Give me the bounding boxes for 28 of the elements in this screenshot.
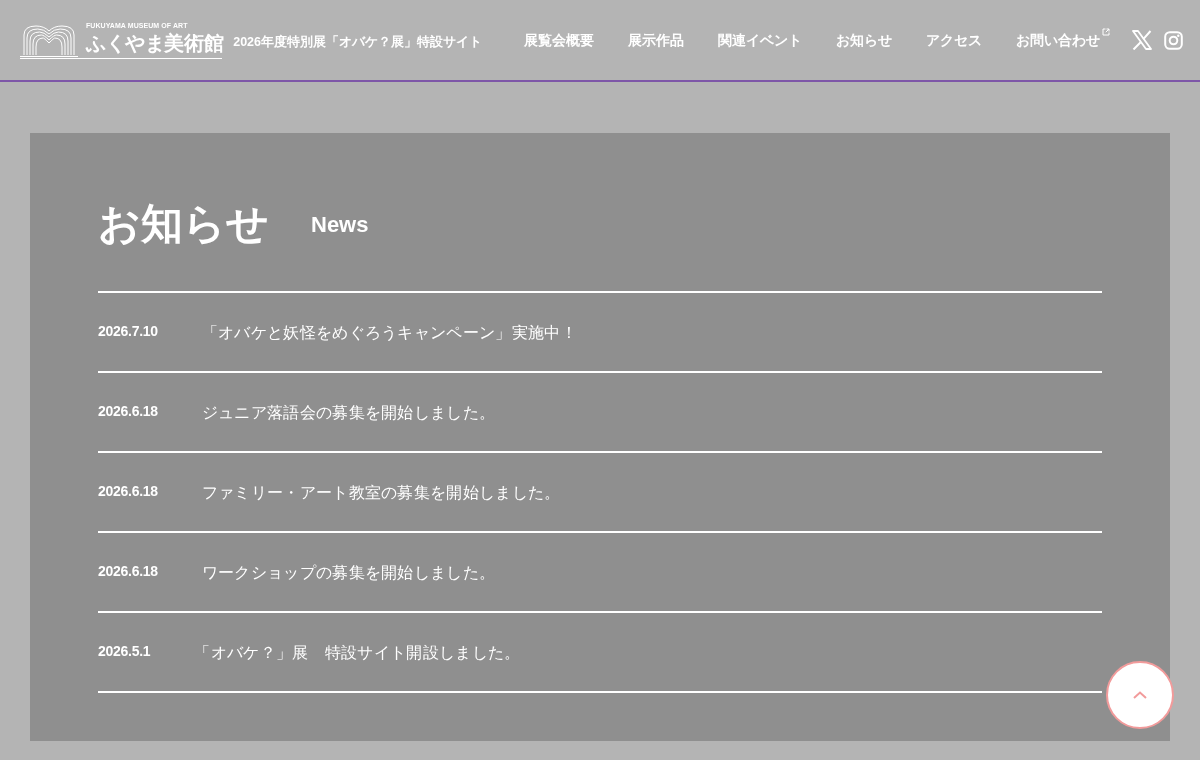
news-item[interactable]: 2026.6.18 ファミリー・アート教室の募集を開始しました。 bbox=[98, 453, 1102, 534]
news-date: 2026.5.1 bbox=[98, 641, 151, 661]
chevron-up-icon bbox=[1133, 691, 1147, 699]
nav-link[interactable]: 関連イベント bbox=[718, 29, 802, 51]
nav-link[interactable]: アクセス bbox=[926, 29, 982, 51]
logo-wordmark: ふくやま美術館 bbox=[86, 32, 224, 53]
news-title: ファミリー・アート教室の募集を開始しました。 bbox=[201, 482, 561, 503]
news-title: ジュニア落語会の募集を開始しました。 bbox=[201, 402, 496, 423]
x-logo-icon[interactable] bbox=[1132, 30, 1152, 50]
camera-icon[interactable] bbox=[1164, 30, 1183, 50]
news-title: 「オバケと妖怪をめぐろうキャンペーン」実施中！ bbox=[201, 322, 577, 343]
site-title: 2026年度特別展「オバケ？展」特設サイト bbox=[233, 33, 482, 51]
news-date: 2026.6.18 bbox=[98, 401, 158, 421]
news-item[interactable]: 2026.6.18 ジュニア落語会の募集を開始しました。 bbox=[98, 373, 1102, 454]
news-item[interactable]: 2026.7.10 「オバケと妖怪をめぐろうキャンペーン」実施中！ bbox=[98, 293, 1102, 374]
news-date: 2026.6.18 bbox=[98, 481, 158, 501]
news-item[interactable]: 2026.6.18 ワークショップの募集を開始しました。 bbox=[98, 533, 1102, 614]
section-subheading: News bbox=[311, 210, 369, 239]
news-title: ワークショップの募集を開始しました。 bbox=[201, 562, 496, 583]
nav-link[interactable]: お知らせ bbox=[836, 29, 892, 51]
news-title: 「オバケ？」展 特設サイト開設しました。 bbox=[194, 642, 521, 663]
news-date: 2026.6.18 bbox=[98, 561, 158, 581]
nav-link[interactable]: 展示作品 bbox=[628, 29, 684, 51]
news-item[interactable]: 2026.5.1 「オバケ？」展 特設サイト開設しました。 bbox=[98, 613, 1102, 694]
section-heading: お知らせ bbox=[98, 199, 269, 249]
nav-link[interactable]: お問い合わせ bbox=[1016, 29, 1110, 51]
nav-link[interactable]: 展覧会概要 bbox=[524, 29, 594, 51]
news-date: 2026.7.10 bbox=[98, 321, 158, 341]
